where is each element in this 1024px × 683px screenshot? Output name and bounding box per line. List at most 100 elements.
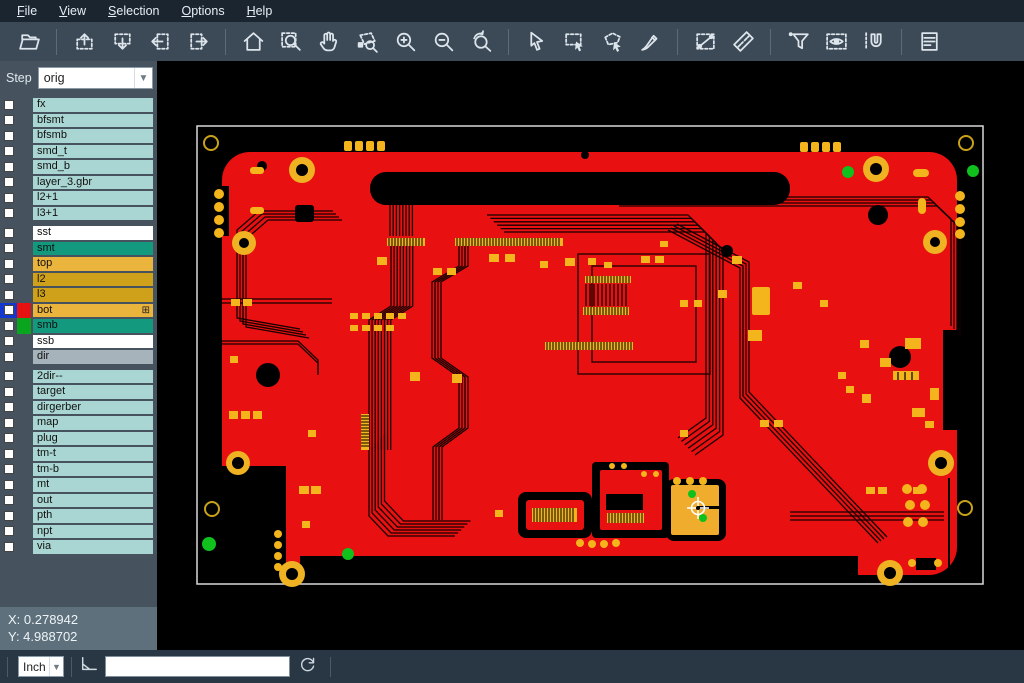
filter-funnel-button[interactable]	[783, 27, 813, 57]
layer-label[interactable]: top	[33, 257, 153, 271]
menu-help[interactable]: Help	[236, 2, 284, 20]
select-cursor-button[interactable]	[521, 27, 551, 57]
layer-label[interactable]: tm-t	[33, 447, 153, 461]
grid-icon[interactable]: ⊞	[142, 304, 150, 317]
clean-brush-button[interactable]	[635, 27, 665, 57]
pcb-canvas[interactable]	[157, 61, 1024, 650]
layer-label[interactable]: smt	[33, 242, 153, 256]
layer-row-mt[interactable]: mt	[0, 477, 157, 493]
layer-checkbox[interactable]	[0, 508, 17, 524]
layer-label[interactable]: 2dir--	[33, 370, 153, 384]
layer-label[interactable]: l2	[33, 273, 153, 287]
layer-checkbox[interactable]	[0, 446, 17, 462]
layer-label[interactable]: bot⊞	[33, 304, 153, 318]
angle-measure-icon[interactable]	[79, 655, 99, 678]
layer-row-map[interactable]: map	[0, 415, 157, 431]
layer-label[interactable]: dir	[33, 350, 153, 364]
layer-checkbox[interactable]	[0, 97, 17, 113]
zoom-previous-button[interactable]	[466, 27, 496, 57]
zoom-region-button[interactable]	[352, 27, 382, 57]
pan-hand-button[interactable]	[314, 27, 344, 57]
layer-row-top[interactable]: top	[0, 256, 157, 272]
layer-row-fx[interactable]: fx	[0, 97, 157, 113]
layer-label[interactable]: fx	[33, 98, 153, 112]
home-view-button[interactable]	[238, 27, 268, 57]
layer-checkbox[interactable]	[0, 349, 17, 365]
layer-checkbox[interactable]	[0, 287, 17, 303]
layer-checkbox[interactable]	[0, 225, 17, 241]
layer-label[interactable]: out	[33, 494, 153, 508]
layer-checkbox[interactable]	[0, 159, 17, 175]
layer-list-button[interactable]	[914, 27, 944, 57]
menu-file[interactable]: File	[6, 2, 48, 20]
layer-label[interactable]: smd_t	[33, 145, 153, 159]
layer-row-bfsmt[interactable]: bfsmt	[0, 113, 157, 129]
layer-label[interactable]: tm-b	[33, 463, 153, 477]
layer-label[interactable]: bfsmb	[33, 129, 153, 143]
layer-label[interactable]: pth	[33, 509, 153, 523]
layer-row-l2+1[interactable]: l2+1	[0, 190, 157, 206]
layer-row-pth[interactable]: pth	[0, 508, 157, 524]
layer-label[interactable]: ssb	[33, 335, 153, 349]
layer-row-npt[interactable]: npt	[0, 524, 157, 540]
snap-magnet-button[interactable]	[859, 27, 889, 57]
visibility-eye-button[interactable]	[821, 27, 851, 57]
layer-row-plug[interactable]: plug	[0, 431, 157, 447]
zoom-out-button[interactable]	[428, 27, 458, 57]
layer-checkbox[interactable]	[0, 431, 17, 447]
layer-row-sst[interactable]: sst	[0, 225, 157, 241]
layer-checkbox[interactable]	[0, 113, 17, 129]
layer-checkbox[interactable]	[0, 190, 17, 206]
layer-label[interactable]: mt	[33, 478, 153, 492]
layer-row-2dir--[interactable]: 2dir--	[0, 369, 157, 385]
layer-row-out[interactable]: out	[0, 493, 157, 509]
layer-row-via[interactable]: via	[0, 539, 157, 555]
layer-row-smb[interactable]: smb	[0, 318, 157, 334]
select-rect-button[interactable]	[559, 27, 589, 57]
layer-label[interactable]: npt	[33, 525, 153, 539]
layer-row-l3[interactable]: l3	[0, 287, 157, 303]
layer-row-tm-b[interactable]: tm-b	[0, 462, 157, 478]
layer-row-dir[interactable]: dir	[0, 349, 157, 365]
layer-label[interactable]: target	[33, 385, 153, 399]
layer-label[interactable]: l3+1	[33, 207, 153, 221]
import-right-button[interactable]	[183, 27, 213, 57]
layer-row-tm-t[interactable]: tm-t	[0, 446, 157, 462]
layer-checkbox[interactable]	[0, 303, 17, 319]
zoom-window-button[interactable]	[276, 27, 306, 57]
measure-box-button[interactable]	[690, 27, 720, 57]
unit-select[interactable]: Inch ▼	[18, 656, 64, 677]
layer-row-dirgerber[interactable]: dirgerber	[0, 400, 157, 416]
layer-row-smd_b[interactable]: smd_b	[0, 159, 157, 175]
layer-checkbox[interactable]	[0, 241, 17, 257]
layer-checkbox[interactable]	[0, 175, 17, 191]
layer-checkbox[interactable]	[0, 384, 17, 400]
layer-checkbox[interactable]	[0, 462, 17, 478]
layer-checkbox[interactable]	[0, 415, 17, 431]
layer-row-l2[interactable]: l2	[0, 272, 157, 288]
layer-label[interactable]: sst	[33, 226, 153, 240]
layer-row-ssb[interactable]: ssb	[0, 334, 157, 350]
layer-checkbox[interactable]	[0, 400, 17, 416]
layer-checkbox[interactable]	[0, 144, 17, 160]
layer-label[interactable]: plug	[33, 432, 153, 446]
layer-checkbox[interactable]	[0, 128, 17, 144]
import-down-button[interactable]	[107, 27, 137, 57]
menu-options[interactable]: Options	[170, 2, 235, 20]
refresh-icon[interactable]	[298, 655, 317, 679]
layer-checkbox[interactable]	[0, 493, 17, 509]
layer-row-layer_3.gbr[interactable]: layer_3.gbr	[0, 175, 157, 191]
command-input[interactable]	[105, 656, 290, 677]
layer-checkbox[interactable]	[0, 369, 17, 385]
ruler-button[interactable]	[728, 27, 758, 57]
layer-row-smt[interactable]: smt	[0, 241, 157, 257]
select-poly-button[interactable]	[597, 27, 627, 57]
layer-label[interactable]: layer_3.gbr	[33, 176, 153, 190]
zoom-in-button[interactable]	[390, 27, 420, 57]
layer-checkbox[interactable]	[0, 477, 17, 493]
layer-row-smd_t[interactable]: smd_t	[0, 144, 157, 160]
layer-row-l3+1[interactable]: l3+1	[0, 206, 157, 222]
import-left-button[interactable]	[145, 27, 175, 57]
layer-label[interactable]: via	[33, 540, 153, 554]
layer-label[interactable]: smb	[33, 319, 153, 333]
